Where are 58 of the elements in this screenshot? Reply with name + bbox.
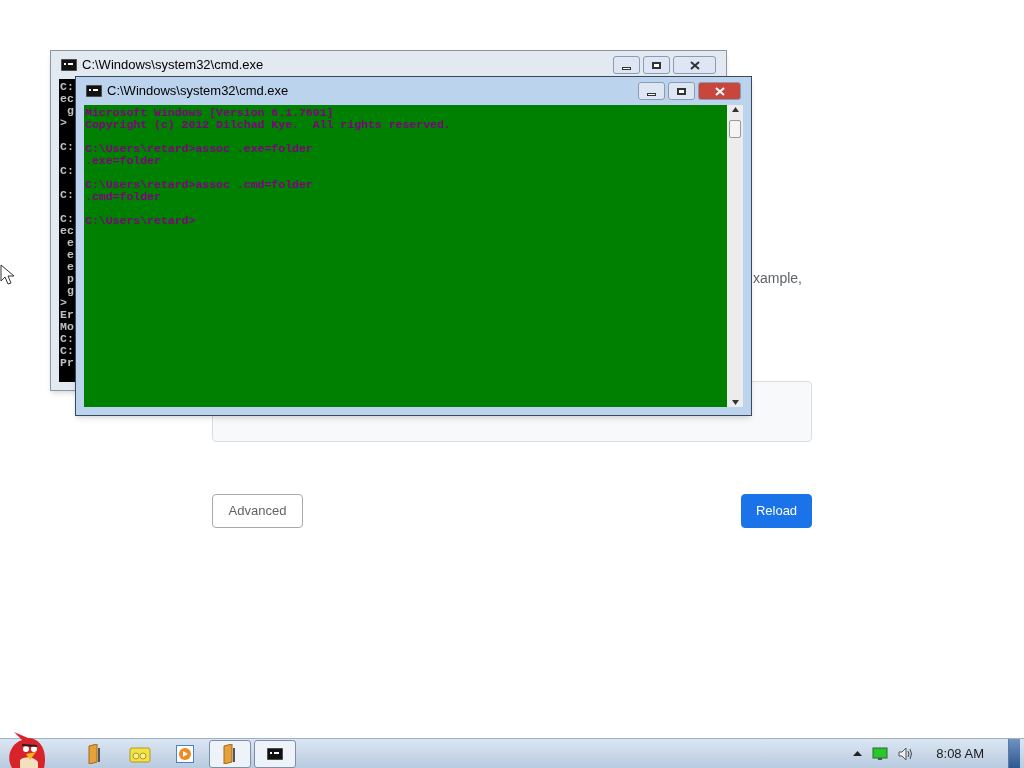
console-icon	[267, 747, 283, 760]
media-player-icon	[176, 744, 194, 763]
close-button[interactable]	[673, 56, 716, 74]
console-line: g	[65, 105, 74, 117]
console-line: C:\Users\retard>assoc .cmd=folder	[85, 179, 313, 191]
console-line: Pr	[60, 357, 74, 369]
console-line: C:	[60, 333, 74, 345]
console-line: >	[60, 297, 67, 309]
speaker-icon[interactable]	[898, 746, 915, 761]
maximize-button[interactable]	[643, 56, 670, 74]
close-button[interactable]	[698, 82, 741, 100]
console-line: Microsoft Windows [Version 6.1.7601]	[85, 107, 334, 119]
console-line: C:\Users\retard>assoc .exe=folder	[85, 143, 313, 155]
taskbar-button[interactable]	[254, 739, 296, 768]
console-line: C:	[60, 189, 74, 201]
console-line: Copyright (c) 2012 Dilchad Kye. All rights reserved.	[85, 119, 451, 131]
console-line: C:	[60, 213, 74, 225]
show-desktop-button[interactable]	[1008, 738, 1020, 768]
taskbar-button[interactable]	[209, 739, 251, 768]
console-icon	[86, 85, 102, 97]
scrollbar[interactable]	[727, 105, 743, 407]
show-hidden-icons-icon[interactable]	[853, 751, 863, 756]
console-line: p	[65, 273, 74, 285]
folder-icon	[222, 743, 238, 764]
minimize-button[interactable]	[638, 82, 665, 100]
console-icon	[61, 59, 77, 71]
close-icon	[689, 60, 700, 70]
console-line: Mo	[60, 321, 74, 333]
clock[interactable]: 8:08 AM	[936, 743, 984, 764]
advanced-button[interactable]: Advanced	[212, 494, 303, 528]
scroll-thumb[interactable]	[729, 120, 741, 138]
console-line: C:	[60, 165, 74, 177]
console-line: e	[65, 261, 74, 273]
console-line: .cmd=folder	[85, 191, 161, 203]
close-icon	[714, 86, 725, 96]
library-icon	[129, 744, 151, 763]
console-line: g	[65, 285, 74, 297]
minimize-button[interactable]	[613, 56, 640, 74]
console-line: e	[65, 237, 74, 249]
folder-icon	[87, 743, 103, 764]
page-text: xample,	[752, 269, 803, 288]
console-line: Er	[60, 309, 74, 321]
console-line: .exe=folder	[85, 155, 161, 167]
console-line: ec	[60, 93, 74, 105]
window-title: C:\Windows\system32\cmd.exe	[107, 82, 290, 101]
console-line: C:	[60, 81, 74, 93]
maximize-button[interactable]	[668, 82, 695, 100]
scroll-up-icon[interactable]	[731, 107, 739, 112]
console-line: ec	[60, 225, 74, 237]
console-line: C:	[60, 141, 74, 153]
console-line: C:\Users\retard>	[85, 215, 196, 227]
console-line: e	[65, 249, 74, 261]
network-icon[interactable]	[872, 746, 889, 761]
scroll-down-icon[interactable]	[731, 400, 739, 405]
console-line: >	[60, 117, 67, 129]
window-title: C:\Windows\system32\cmd.exe	[82, 56, 265, 75]
console-line: C:	[60, 345, 74, 357]
reload-button[interactable]: Reload	[741, 494, 812, 528]
